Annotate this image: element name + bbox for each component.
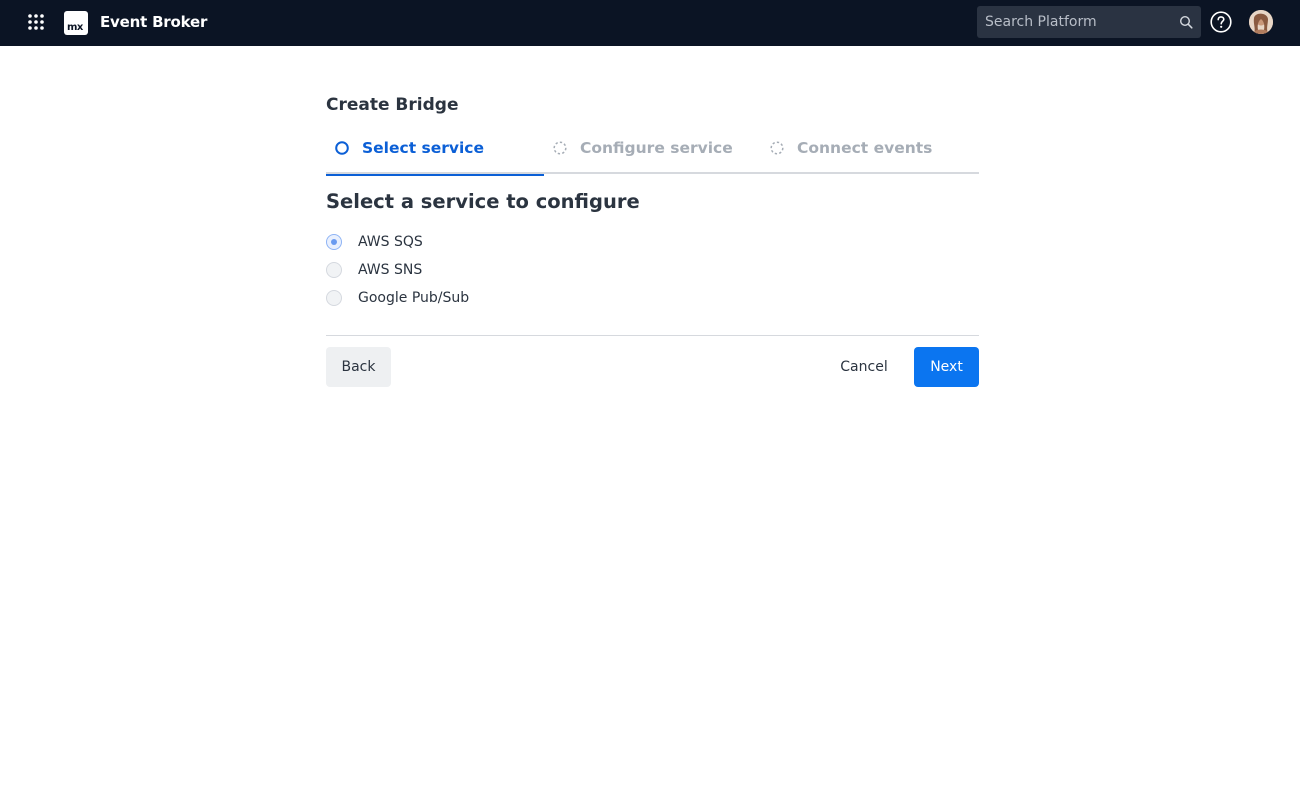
step-pending-dashed-circle-icon bbox=[770, 141, 784, 155]
top-navigation-bar: mx Event Broker bbox=[0, 0, 1300, 46]
search-box[interactable] bbox=[977, 6, 1201, 38]
step-configure-service[interactable]: Configure service bbox=[544, 134, 761, 174]
step-active-circle-icon bbox=[335, 141, 349, 155]
section-title: Select a service to configure bbox=[326, 190, 640, 213]
step-pending-dashed-circle-icon bbox=[553, 141, 567, 155]
radio-option-aws-sns[interactable]: AWS SNS bbox=[326, 260, 586, 280]
grid-dots-icon[interactable] bbox=[27, 13, 45, 31]
user-avatar[interactable] bbox=[1249, 10, 1273, 34]
logo-text: mx bbox=[67, 22, 83, 33]
radio-button[interactable] bbox=[326, 234, 342, 250]
back-button[interactable]: Back bbox=[326, 347, 391, 387]
page-title: Create Bridge bbox=[326, 95, 459, 115]
footer-divider bbox=[326, 335, 979, 336]
step-label: Configure service bbox=[580, 139, 733, 157]
radio-button[interactable] bbox=[326, 262, 342, 278]
app-title: Event Broker bbox=[100, 13, 208, 31]
radio-option-google-pubsub[interactable]: Google Pub/Sub bbox=[326, 288, 586, 308]
wizard-stepper: Select service Configure service Connect… bbox=[326, 134, 979, 176]
step-label: Connect events bbox=[797, 139, 933, 157]
help-circle-icon[interactable] bbox=[1210, 11, 1232, 33]
next-button[interactable]: Next bbox=[914, 347, 979, 387]
radio-label: AWS SNS bbox=[358, 262, 423, 278]
cancel-button[interactable]: Cancel bbox=[832, 347, 896, 387]
step-select-service[interactable]: Select service bbox=[326, 134, 544, 176]
search-icon[interactable] bbox=[1179, 15, 1193, 29]
mendix-logo[interactable]: mx bbox=[64, 11, 88, 35]
radio-label: Google Pub/Sub bbox=[358, 290, 470, 306]
radio-option-aws-sqs[interactable]: AWS SQS bbox=[326, 232, 586, 252]
radio-label: AWS SQS bbox=[358, 234, 423, 250]
radio-button[interactable] bbox=[326, 290, 342, 306]
step-label: Select service bbox=[362, 139, 484, 157]
search-input[interactable] bbox=[977, 6, 1177, 38]
step-connect-events[interactable]: Connect events bbox=[761, 134, 979, 174]
